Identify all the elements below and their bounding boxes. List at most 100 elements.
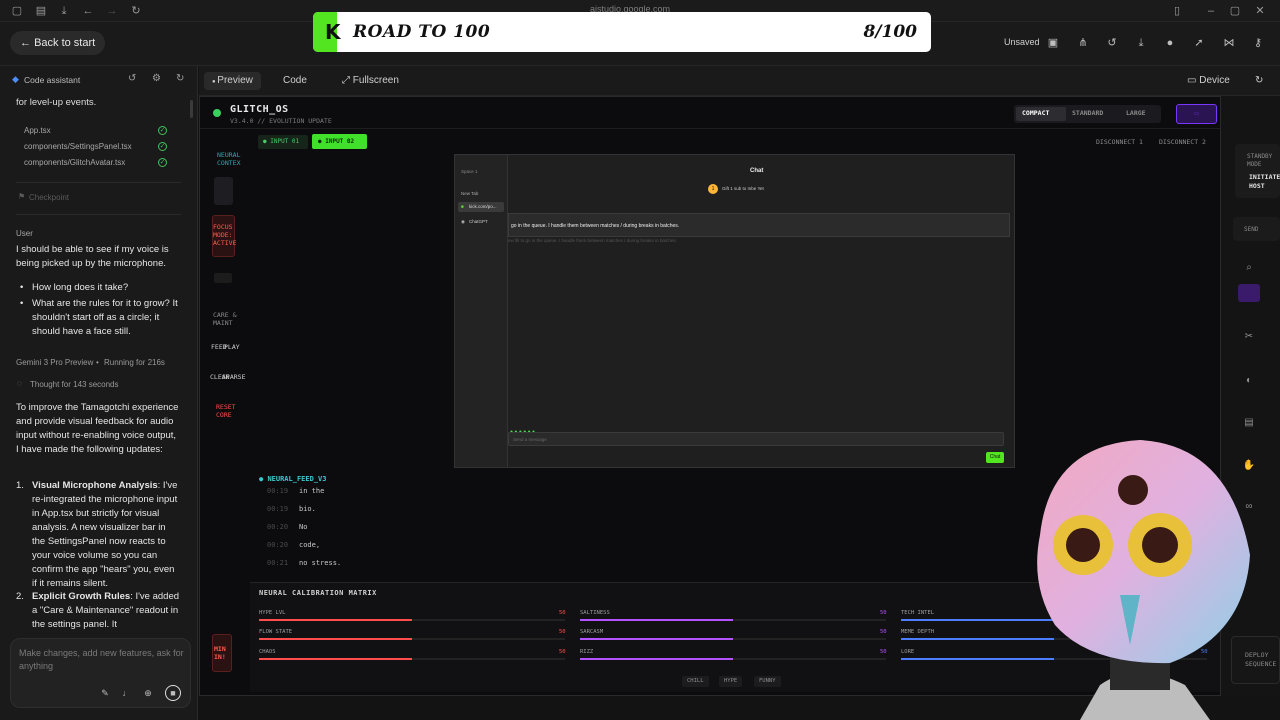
size-standard[interactable]: STANDARD: [1072, 109, 1103, 117]
inner-sub-notice: 1 Gift 1 sub to Inbe Yet: [708, 184, 828, 195]
slot-button[interactable]: [214, 177, 233, 205]
purple-toggle[interactable]: [1238, 284, 1260, 302]
inner-new-tab[interactable]: New Tab: [461, 191, 478, 196]
tab-preview[interactable]: ● Preview: [204, 72, 261, 90]
check-icon: ✓: [158, 142, 167, 151]
inner-send-input[interactable]: Send a message: [508, 432, 1004, 446]
inner-send-ph: Send a message: [513, 437, 547, 442]
back-to-start-button[interactable]: ← Back to start: [10, 31, 106, 55]
input-capture-screen: Space 1 New Tab ■ kick.com/po... ◉ ChatG…: [454, 154, 1015, 468]
history-icon[interactable]: ↺: [128, 73, 136, 84]
microphone-icon[interactable]: ♩: [121, 687, 133, 699]
assistant-scroll[interactable]: for level-up events. App.tsx ✓ component…: [0, 94, 198, 666]
download-icon[interactable]: ⤓: [1133, 35, 1149, 51]
tab-preview-label: Preview: [217, 75, 253, 86]
key-icon[interactable]: ⚷: [1250, 35, 1266, 51]
tools-icon[interactable]: ✂: [1241, 329, 1257, 345]
back-label: Back to start: [34, 37, 96, 49]
size-compact[interactable]: COMPACT: [1022, 109, 1049, 117]
matrix-slider[interactable]: [259, 619, 565, 621]
reset-core-button[interactable]: RESET CORE: [216, 403, 236, 419]
inner-chat-button[interactable]: Chat: [986, 452, 1004, 463]
share-link-icon[interactable]: ⋈: [1221, 35, 1237, 51]
size-large[interactable]: LARGE: [1126, 109, 1146, 117]
neural-context-label: NEURAL CONTEX: [217, 151, 241, 167]
disconnect-2-button[interactable]: DISCONNECT 2: [1159, 138, 1206, 146]
layers-icon[interactable]: ▤: [1241, 415, 1257, 431]
deploy-icon[interactable]: ➚: [1191, 35, 1207, 51]
reply-item-1-text: : I've re-integrated the microphone inpu…: [32, 480, 178, 589]
reload-icon[interactable]: ↻: [129, 4, 143, 18]
user-bullet-2: What are the rules for it to grow? It sh…: [32, 298, 178, 337]
input-01-label: INPUT 01: [270, 138, 300, 145]
split-view-icon[interactable]: ▯: [1170, 4, 1184, 18]
prompt-composer[interactable]: Make changes, add new features, ask for …: [10, 638, 191, 708]
inner-tab-chatgpt[interactable]: ChatGPT: [469, 219, 488, 224]
reload-preview-icon[interactable]: ↻: [1247, 72, 1271, 90]
care-maint-label: CARE & MAINT: [213, 311, 237, 327]
add-icon[interactable]: ⊕: [142, 687, 154, 699]
banner-count: 8/100: [863, 22, 917, 42]
search-icon[interactable]: ⌕: [1241, 260, 1257, 276]
size-selector: COMPACT STANDARD LARGE: [1014, 105, 1161, 123]
back-arrow-icon[interactable]: ←: [81, 4, 95, 18]
github-icon[interactable]: ●: [1162, 35, 1178, 51]
disconnect-1-button[interactable]: DISCONNECT 1: [1096, 138, 1143, 146]
file-glitch-avatar[interactable]: components/GlitchAvatar.tsx: [24, 158, 125, 167]
initiate-host-label[interactable]: INITIATE HOST: [1249, 173, 1280, 191]
matrix-slider[interactable]: [259, 638, 565, 640]
file-settings-panel[interactable]: components/SettingsPanel.tsx: [24, 142, 132, 151]
checkpoint-label[interactable]: Checkpoint: [29, 193, 69, 202]
bullet: •: [20, 298, 24, 309]
gear-icon[interactable]: ⚙: [152, 73, 161, 84]
inner-tab-kick-label: kick.com/po...: [469, 204, 497, 209]
streamer-avatar: [1037, 440, 1250, 720]
lightbulb-icon: ◌: [17, 379, 22, 388]
reply-item-2: Explicit Growth Rules: I've added a "Car…: [32, 590, 180, 632]
matrix-slider[interactable]: [580, 619, 886, 621]
matrix-slider[interactable]: [580, 658, 886, 660]
save-icon[interactable]: ▣: [1045, 35, 1061, 51]
standby-mode-button[interactable]: ▭: [1176, 104, 1217, 124]
share-icon[interactable]: ⋔: [1075, 35, 1091, 51]
stop-button[interactable]: ■: [165, 685, 181, 701]
minimize-icon[interactable]: –: [1204, 4, 1218, 18]
download-icon[interactable]: ⤓: [57, 4, 71, 18]
fullscreen-button[interactable]: ⤢ Fullscreen: [334, 72, 407, 90]
avatar-eye-hole: [1066, 528, 1100, 562]
feed-text: no stress.: [299, 559, 342, 567]
matrix-value: 50: [559, 649, 566, 655]
reply-item-2-title: Explicit Growth Rules: [32, 591, 131, 602]
magic-wand-icon[interactable]: ✎: [99, 687, 111, 699]
mood-hype-button[interactable]: HYPE: [719, 676, 743, 687]
camera-icon[interactable]: ◐: [1241, 373, 1257, 389]
device-button[interactable]: ▭ Device: [1179, 72, 1238, 90]
refresh-icon[interactable]: ↻: [176, 73, 184, 84]
tab-code[interactable]: Code: [275, 72, 315, 90]
scrollbar-thumb[interactable]: [190, 100, 193, 118]
sparse-button[interactable]: SPARSE: [222, 373, 245, 381]
input-01-button[interactable]: ● INPUT 01: [258, 135, 308, 149]
composer-placeholder[interactable]: Make changes, add new features, ask for …: [19, 647, 184, 673]
close-icon[interactable]: ✕: [1253, 4, 1267, 18]
road-to-100-banner: K ROAD TO 100 8/100: [313, 12, 931, 52]
feed-time: 00:21: [267, 559, 289, 567]
avatar-eye-hole: [1142, 527, 1178, 563]
matrix-slider[interactable]: [580, 638, 886, 640]
bullet: •: [20, 282, 24, 293]
sidebar-toggle-icon[interactable]: ▢: [10, 4, 24, 18]
mood-chill-button[interactable]: CHILL: [682, 676, 709, 687]
monitor-icon: ▭: [1187, 75, 1200, 86]
tabs-icon[interactable]: ▤: [34, 4, 48, 18]
mood-funny-button[interactable]: FUNNY: [754, 676, 781, 687]
maximize-icon[interactable]: ▢: [1228, 4, 1242, 18]
matrix-slider[interactable]: [259, 658, 565, 660]
play-button[interactable]: PLAY: [224, 343, 240, 351]
mini-toggle[interactable]: [214, 273, 232, 283]
input-02-button[interactable]: ● INPUT 02: [312, 134, 367, 149]
forward-arrow-icon[interactable]: →: [105, 4, 119, 18]
feed-text: in the: [299, 487, 325, 495]
file-app[interactable]: App.tsx: [24, 126, 51, 135]
history-icon[interactable]: ↺: [1104, 35, 1120, 51]
thought-label[interactable]: Thought for 143 seconds: [30, 380, 119, 389]
